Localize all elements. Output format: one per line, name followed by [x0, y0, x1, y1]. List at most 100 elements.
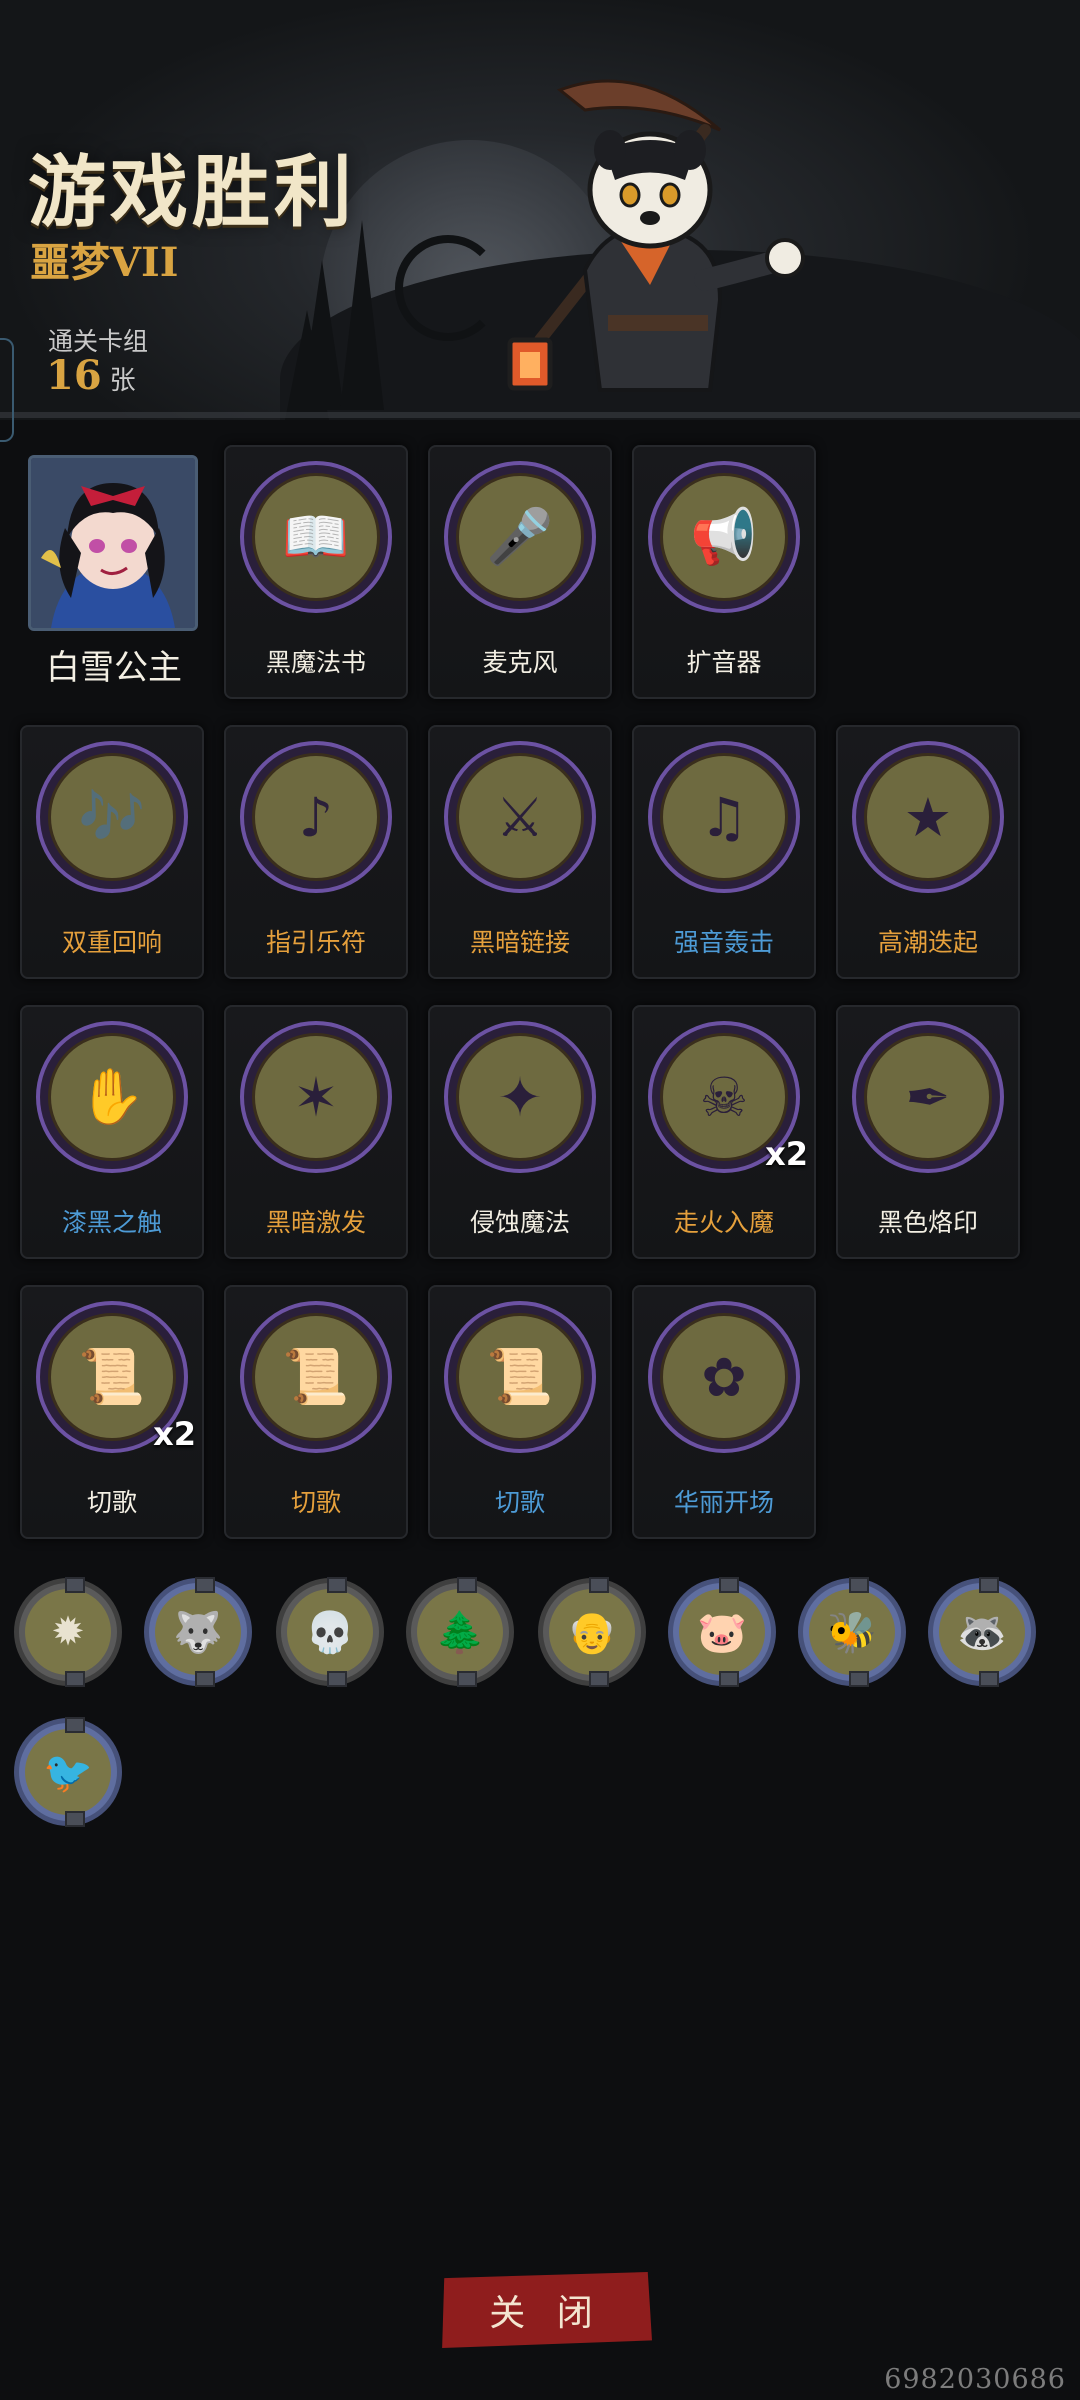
deck-card[interactable]: ♪ 指引乐符 [224, 725, 408, 979]
deck-card[interactable]: ☠ 走火入魔 x2 [632, 1005, 816, 1259]
deck-count: 16 张 [46, 352, 136, 399]
relic-pin [327, 1671, 347, 1687]
dark-burst-icon: ✶ [252, 1033, 380, 1161]
card-frame: ★ [852, 741, 1004, 893]
card-frame: ✿ [648, 1301, 800, 1453]
tree-silhouette [340, 220, 384, 410]
card-name: 走火入魔 [673, 1208, 774, 1237]
relic-pin [719, 1671, 739, 1687]
relic-art: 👴 [549, 1589, 635, 1675]
card-frame: 🎶 [36, 741, 188, 893]
microphone-icon: 🎤 [456, 473, 584, 601]
victory-banner: 游戏胜利 噩梦VII 通关卡组 16 张 [0, 0, 1080, 420]
dark-brand-icon: ✒ [864, 1033, 992, 1161]
relic-pin [327, 1577, 347, 1593]
relic-art: 🐦 [25, 1729, 111, 1815]
card-name: 漆黑之触 [61, 1208, 162, 1237]
card-name: 黑魔法书 [265, 648, 366, 677]
music-wave-icon: ♪ [252, 753, 380, 881]
raccoon-relic-icon[interactable]: 🦝 [928, 1577, 1036, 1687]
hero-name: 白雪公主 [46, 648, 182, 688]
relic-pin [979, 1577, 999, 1593]
megaphone-icon: 📢 [660, 473, 788, 601]
difficulty-label: 噩梦VII [30, 239, 179, 286]
crow-relic-icon[interactable]: 🐦 [14, 1717, 122, 1827]
hero-portrait[interactable] [28, 455, 198, 631]
relic-pin [979, 1671, 999, 1687]
card-frame: 📖 [240, 461, 392, 613]
deck-card[interactable]: ♫ 强音轰击 [632, 725, 816, 979]
relic-art: 🦝 [939, 1589, 1025, 1675]
deck-card[interactable]: 📢 扩音器 [632, 445, 816, 699]
card-frame: 🎤 [444, 461, 596, 613]
dark-link-icon: ⚔ [456, 753, 584, 881]
bee-relic-icon[interactable]: 🐝 [798, 1577, 906, 1687]
forest-relic-icon[interactable]: 🌲 [406, 1577, 514, 1687]
relic-pin [457, 1671, 477, 1687]
close-button[interactable]: 关 闭 [442, 2272, 652, 2348]
erosion-icon: ✦ [456, 1033, 584, 1161]
card-quantity-badge: x2 [153, 1415, 196, 1453]
spellbook-icon: 📖 [252, 473, 380, 601]
card-name: 侵蚀魔法 [469, 1208, 570, 1237]
card-frame: ✶ [240, 1021, 392, 1173]
card-frame: ⚔ [444, 741, 596, 893]
card-frame: ♪ [240, 741, 392, 893]
pug-relic-icon[interactable]: 🐷 [668, 1577, 776, 1687]
banner-ground [0, 412, 1080, 418]
card-frame: ✋ [36, 1021, 188, 1173]
relic-art: 🌲 [417, 1589, 503, 1675]
music-book-icon: 📜 [456, 1313, 584, 1441]
deck-card[interactable]: ✋ 漆黑之触 [20, 1005, 204, 1259]
side-drawer-tab[interactable] [0, 338, 14, 442]
deck-card[interactable]: 📜 切歌 [428, 1285, 612, 1539]
relic-art: 🐺 [155, 1589, 241, 1675]
deck-count-unit: 张 [109, 366, 136, 396]
card-frame: ♫ [648, 741, 800, 893]
grand-opening-icon: ✿ [660, 1313, 788, 1441]
card-name: 切歌 [494, 1488, 545, 1517]
wolf-relic-icon[interactable]: 🐺 [144, 1577, 252, 1687]
relic-art: 🐝 [809, 1589, 895, 1675]
dark-touch-icon: ✋ [48, 1033, 176, 1161]
badger-reaper-character-art [507, 79, 805, 392]
deck-count-value: 16 [46, 352, 102, 399]
tree-silhouette [285, 310, 329, 420]
compass-relic-icon[interactable]: ✹ [14, 1577, 122, 1687]
relic-pin [195, 1577, 215, 1593]
relic-pin [589, 1577, 609, 1593]
deck-card[interactable]: 🎤 麦克风 [428, 445, 612, 699]
skull-relic-icon[interactable]: 💀 [276, 1577, 384, 1687]
card-frame: ✒ [852, 1021, 1004, 1173]
echo-icon: 🎶 [48, 753, 176, 881]
card-name: 黑暗链接 [469, 928, 570, 957]
relic-art: 💀 [287, 1589, 373, 1675]
deck-card[interactable]: ✶ 黑暗激发 [224, 1005, 408, 1259]
card-frame: 📜 [444, 1301, 596, 1453]
player-uid: 6982030686 [884, 2364, 1066, 2395]
deck-card[interactable]: 📖 黑魔法书 [224, 445, 408, 699]
relic-pin [457, 1577, 477, 1593]
sound-blast-icon: ♫ [660, 753, 788, 881]
relic-pin [719, 1577, 739, 1593]
deck-card[interactable]: ★ 高潮迭起 [836, 725, 1020, 979]
deck-card[interactable]: 🎶 双重回响 [20, 725, 204, 979]
monk-relic-icon[interactable]: 👴 [538, 1577, 646, 1687]
card-name: 高潮迭起 [877, 928, 978, 957]
card-name: 麦克风 [482, 648, 558, 677]
deck-card[interactable]: ✿ 华丽开场 [632, 1285, 816, 1539]
deck-card[interactable]: 📜 切歌 x2 [20, 1285, 204, 1539]
deck-card[interactable]: ⚔ 黑暗链接 [428, 725, 612, 979]
deck-card[interactable]: ✒ 黑色烙印 [836, 1005, 1020, 1259]
card-frame: 📢 [648, 461, 800, 613]
relic-pin [65, 1577, 85, 1593]
deck-card[interactable]: ✦ 侵蚀魔法 [428, 1005, 612, 1259]
card-name: 黑色烙印 [877, 1208, 978, 1237]
climax-icon: ★ [864, 753, 992, 881]
relic-pin [589, 1671, 609, 1687]
card-frame: 📜 [240, 1301, 392, 1453]
music-book-icon: 📜 [252, 1313, 380, 1441]
card-frame: ✦ [444, 1021, 596, 1173]
card-name: 强音轰击 [673, 928, 774, 957]
deck-card[interactable]: 📜 切歌 [224, 1285, 408, 1539]
